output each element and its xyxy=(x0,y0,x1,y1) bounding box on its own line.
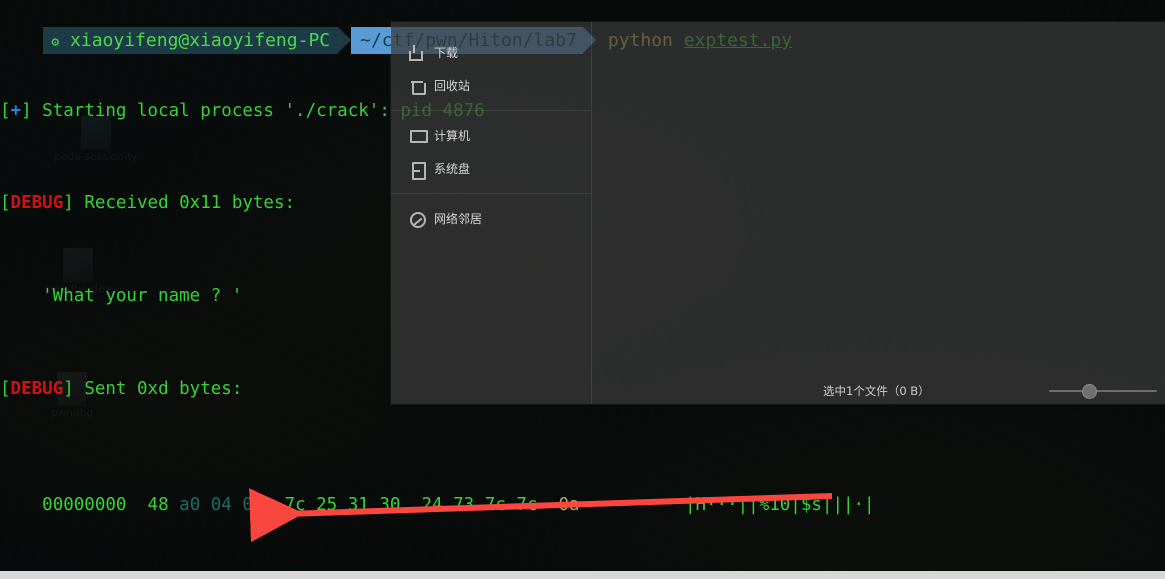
sidebar-item-recycle-bin[interactable]: 回收站 xyxy=(391,69,591,102)
hex-bytes: a0 04 08 xyxy=(179,495,264,515)
terminal-hexdump-line: 00000000 48 a0 04 08 7c 25 31 30 24 73 7… xyxy=(0,494,1165,517)
hex-offset: 00000000 xyxy=(42,495,127,515)
download-icon xyxy=(409,44,425,61)
hex-bytes: 0a xyxy=(558,495,580,515)
screen-bottom-strip xyxy=(0,571,1165,579)
zoom-slider[interactable] xyxy=(1049,384,1157,399)
sidebar-item-label: 计算机 xyxy=(434,129,471,143)
hex-bytes: 24 73 7c 7c xyxy=(421,495,538,515)
disk-icon xyxy=(409,161,426,180)
sidebar-item-label: 下载 xyxy=(434,46,459,60)
file-manager-sidebar: 下载 回收站 计算机 系统盘 网络邻居 xyxy=(391,22,592,404)
sidebar-item-label: 系统盘 xyxy=(434,162,471,176)
network-icon xyxy=(409,211,426,228)
sidebar-item-network[interactable]: 网络邻居 xyxy=(391,202,591,235)
file-manager-status-bar: 选中1个文件（0 B） xyxy=(591,378,1165,404)
sidebar-group-network: 网络邻居 xyxy=(391,194,591,235)
sidebar-item-computer[interactable]: 计算机 xyxy=(391,119,591,152)
sidebar-item-label: 回收站 xyxy=(434,79,471,93)
status-text: 选中1个文件（0 B） xyxy=(823,384,930,398)
trash-icon xyxy=(409,78,426,95)
hex-bytes: 7c 25 31 30 xyxy=(284,495,401,515)
line-text: Sent 0xd bytes: xyxy=(73,379,243,399)
hex-bytes: 48 xyxy=(147,495,169,515)
slider-handle[interactable] xyxy=(1082,384,1098,399)
sidebar-item-system-disk[interactable]: 系统盘 xyxy=(391,152,591,185)
computer-icon xyxy=(409,128,428,144)
sidebar-item-downloads[interactable]: 下载 xyxy=(391,36,591,69)
line-text: Received 0x11 bytes: xyxy=(73,193,296,214)
sidebar-group-places: 下载 回收站 xyxy=(391,22,591,111)
sidebar-group-devices: 计算机 系统盘 xyxy=(391,111,591,194)
slider-track xyxy=(1049,390,1157,392)
file-manager-window[interactable]: 下载 回收站 计算机 系统盘 网络邻居 选中1个文件（0 B） xyxy=(391,22,1165,404)
hex-ascii: |H···||%10|$s|||·| xyxy=(684,495,875,515)
sidebar-item-label: 网络邻居 xyxy=(434,212,483,226)
